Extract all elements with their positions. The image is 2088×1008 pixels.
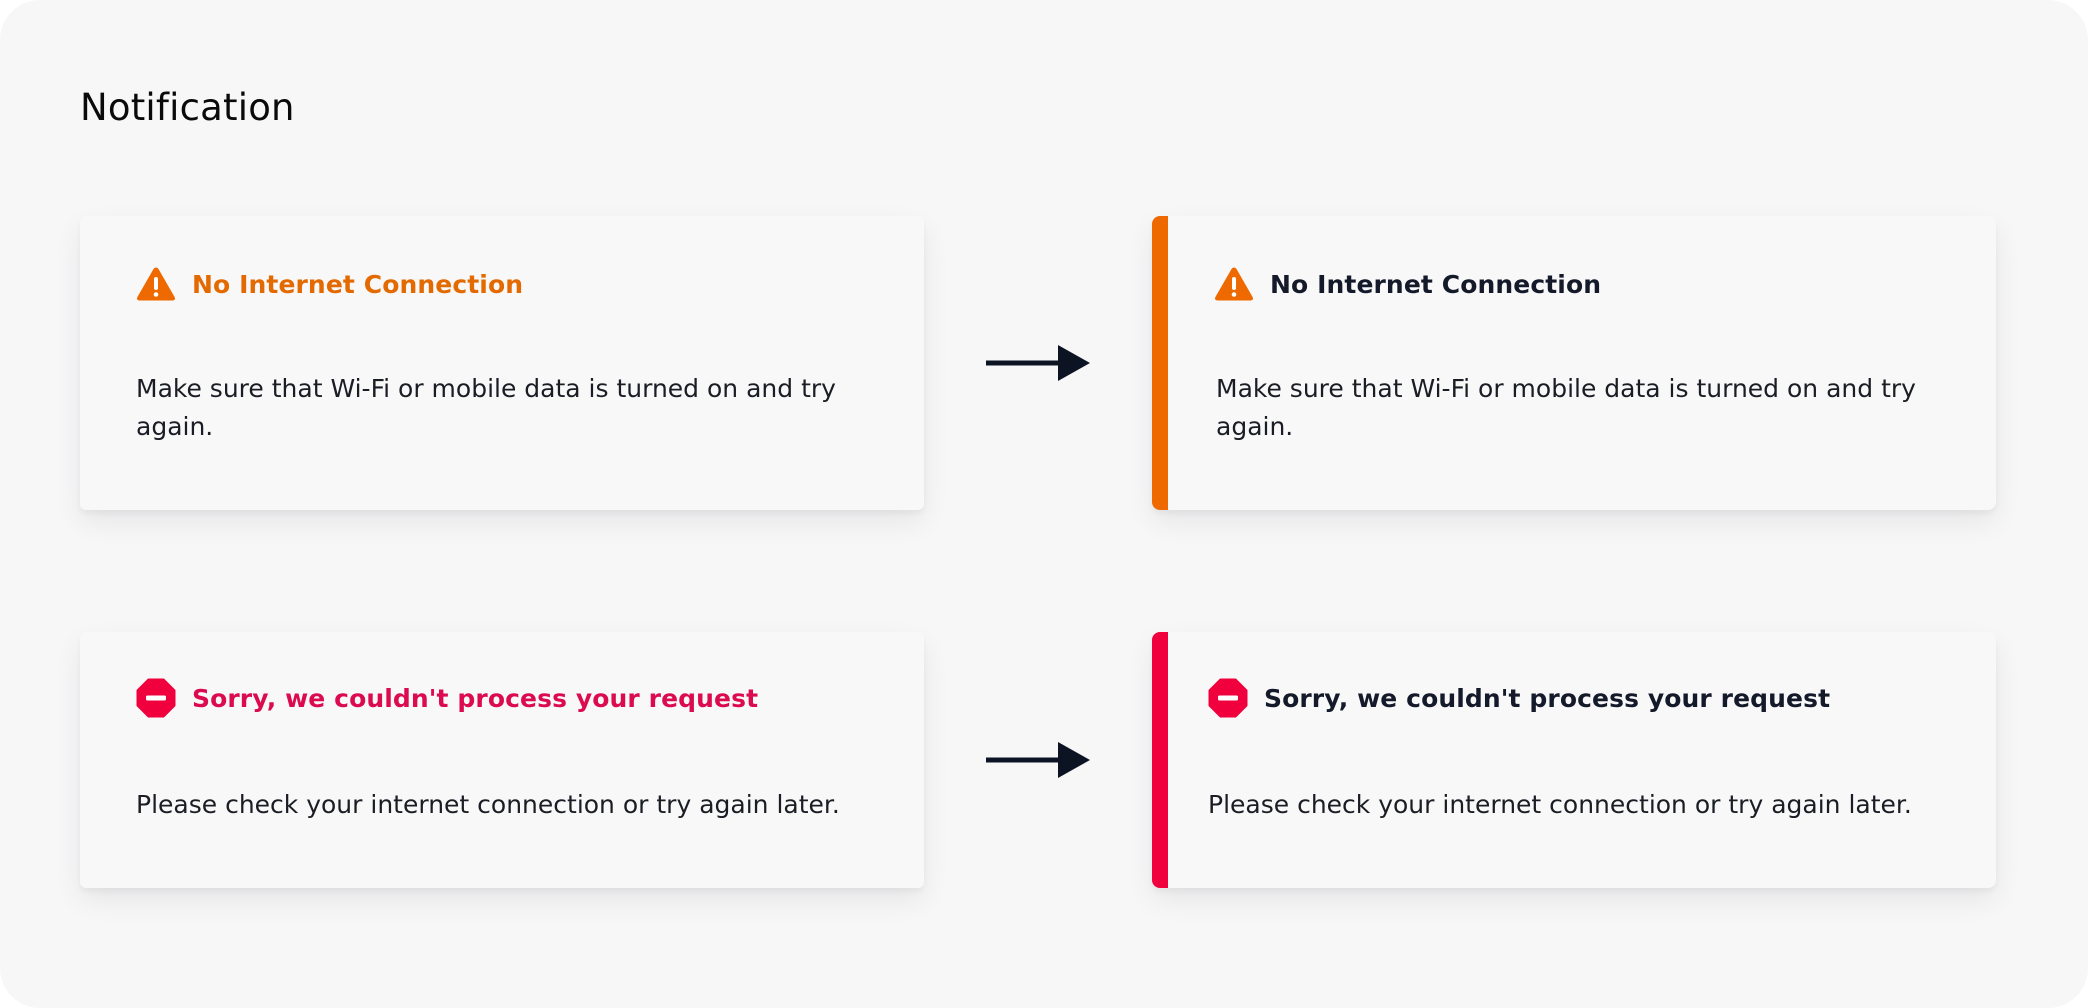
notification-message: Please check your internet connection or… (1208, 790, 1912, 819)
error-accent-bar (1152, 632, 1168, 888)
stop-octagon-icon (1208, 678, 1248, 718)
stop-octagon-icon (136, 678, 176, 718)
notification-header: Sorry, we couldn't process your request (136, 678, 758, 718)
notification-title: No Internet Connection (192, 269, 524, 299)
notification-message: Please check your internet connection or… (136, 790, 840, 819)
notification-title: Sorry, we couldn't process your request (192, 683, 759, 713)
notification-header: No Internet Connection (1214, 266, 1601, 302)
warning-notification-after: No Internet Connection Make sure that Wi… (1152, 216, 1996, 510)
warning-notification-before: No Internet Connection Make sure that Wi… (80, 216, 924, 510)
notification-title: Sorry, we couldn't process your request (1264, 683, 1831, 713)
warning-triangle-icon (1214, 266, 1254, 302)
notification-showcase: Notification No Internet Connection Make… (0, 0, 2088, 1008)
right-arrow-icon (986, 345, 1090, 381)
error-notification-before: Sorry, we couldn't process your request … (80, 632, 924, 888)
notification-title: No Internet Connection (1270, 269, 1602, 299)
notification-message: Make sure that Wi-Fi or mobile data is t… (1216, 374, 1916, 441)
notification-header: No Internet Connection (136, 266, 523, 302)
error-notification-after: Sorry, we couldn't process your request … (1152, 632, 1996, 888)
right-arrow-icon (986, 742, 1090, 778)
warning-accent-bar (1152, 216, 1168, 510)
page-title: Notification (80, 86, 295, 129)
warning-triangle-icon (136, 266, 176, 302)
notification-message: Make sure that Wi-Fi or mobile data is t… (136, 374, 836, 441)
notification-header: Sorry, we couldn't process your request (1208, 678, 1830, 718)
